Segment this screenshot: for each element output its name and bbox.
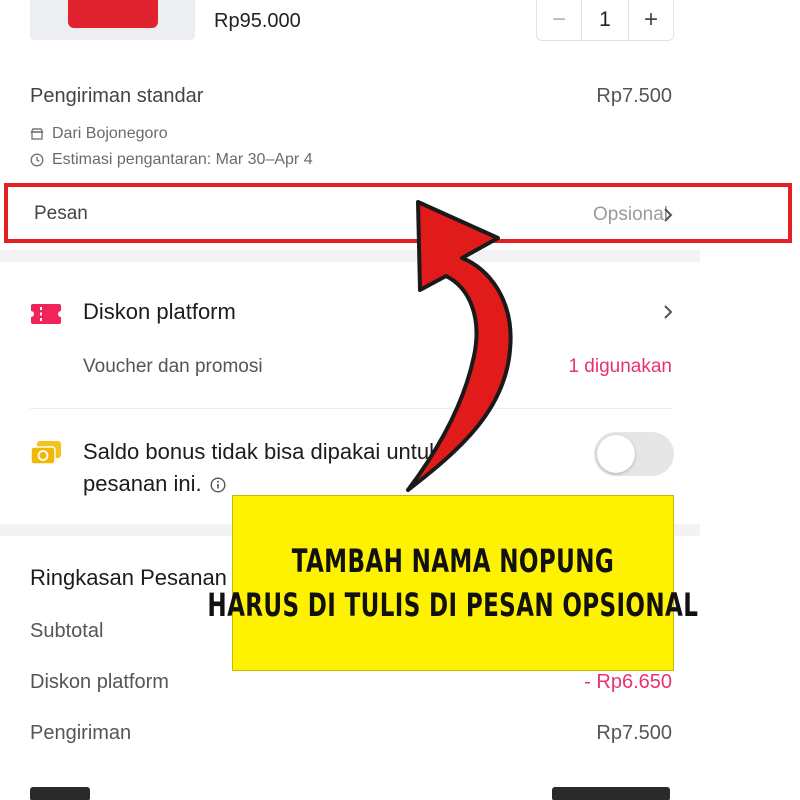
annotation-line-1: TAMBAH NAMA NOPUNG: [291, 542, 615, 580]
annotation-line-2: HARUS DI TULIS DI PESAN OPSIONAL: [207, 586, 699, 624]
annotation-callout: TAMBAH NAMA NOPUNG HARUS DI TULIS DI PES…: [208, 495, 698, 671]
annotation-arrow: [406, 200, 513, 492]
